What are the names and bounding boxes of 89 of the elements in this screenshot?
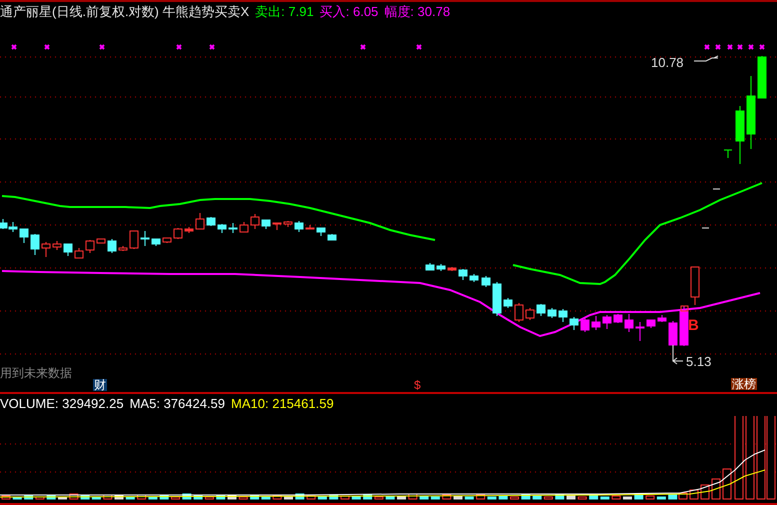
candlestick [140,230,150,246]
cross-marker-icon [715,44,721,50]
candlestick [636,322,644,342]
candlestick [130,230,138,250]
cross-marker-icon [727,44,733,50]
candlestick [118,246,128,252]
indicator-reading: 买入: 6.05 [320,4,378,18]
cross-marker-icon [416,44,422,50]
cross-marker-icon [704,44,710,50]
candlestick [206,216,216,226]
candlestick [328,234,336,240]
cross-marker-icon [11,44,17,50]
tick-mark [712,188,720,190]
buy-signal-label: B [688,318,699,333]
candlestick [436,264,446,272]
indicator-reading: 卖出: 7.91 [255,4,314,18]
cross-marker-icon [209,44,215,50]
candlestick [184,226,194,234]
candlestick [228,222,238,234]
candlestick [284,220,292,228]
candlestick [458,268,468,280]
volume-reading: MA5: 376424.59 [130,397,226,410]
dollar-mark: $ [414,379,421,391]
cross-marker-icon [99,44,105,50]
candlestick [570,316,578,330]
candlestick [8,222,18,232]
candle-outline [680,306,688,312]
candlestick [448,266,456,272]
candlestick [614,314,622,324]
candlestick [514,302,524,322]
candlestick [240,222,248,232]
candlestick [52,240,62,250]
cross-marker-icon [737,44,743,50]
candlestick [758,56,766,98]
candlestick [306,224,314,230]
candlestick [526,308,534,320]
high-price-label: 10.78 [651,56,684,69]
t-mark-icon [724,150,732,158]
candlestick [196,212,204,230]
candlestick [548,308,556,318]
future-data-warning: 用到未来数据 [0,367,72,379]
leader-line [672,344,684,364]
candlestick [74,248,84,258]
candlestick [218,224,226,234]
cross-marker-icon [360,44,366,50]
candlestick [152,238,160,246]
candlestick [536,304,546,316]
candlestick [504,298,512,308]
volume-reading: MA10: 215461.59 [231,397,334,410]
candlestick [250,214,260,230]
candlestick [558,308,568,322]
candlestick [294,220,304,232]
leader-line [694,56,718,62]
candlestick [602,314,612,330]
candlestick [492,282,502,316]
cross-marker-icon [748,44,754,50]
candlestick [64,244,72,256]
candlestick [174,228,182,240]
indicator-reading: 幅度: 30.78 [384,4,450,18]
candlestick [30,234,40,256]
candlestick [470,274,478,282]
candlestick [736,106,744,164]
candlestick [646,320,656,328]
candlestick [316,228,326,236]
candlestick [592,316,600,330]
candlestick [580,318,590,332]
candlestick [482,276,490,288]
rank-badge: 涨榜 [731,378,757,390]
candlestick [272,222,282,230]
cross-marker-icon [759,44,765,50]
candlestick [96,238,106,244]
candlestick [20,228,28,244]
candlestick [86,240,94,254]
candlestick [680,306,688,346]
candlestick [262,220,270,230]
finance-badge: 财 [93,379,107,391]
candlestick [42,242,50,258]
candlestick [426,262,434,270]
candlestick [624,314,634,332]
chart-title: 通产丽星(日线.前复权.对数) 牛熊趋势买卖X [0,4,250,18]
volume-reading: VOLUME: 329492.25 [0,397,124,410]
candlestick [108,238,116,254]
candlestick [658,314,666,322]
candlestick [162,238,172,244]
cross-marker-icon [176,44,182,50]
low-price-label: 5.13 [686,355,712,368]
cross-marker-icon [44,44,50,50]
candlestick [668,320,678,346]
candlestick [690,266,700,306]
